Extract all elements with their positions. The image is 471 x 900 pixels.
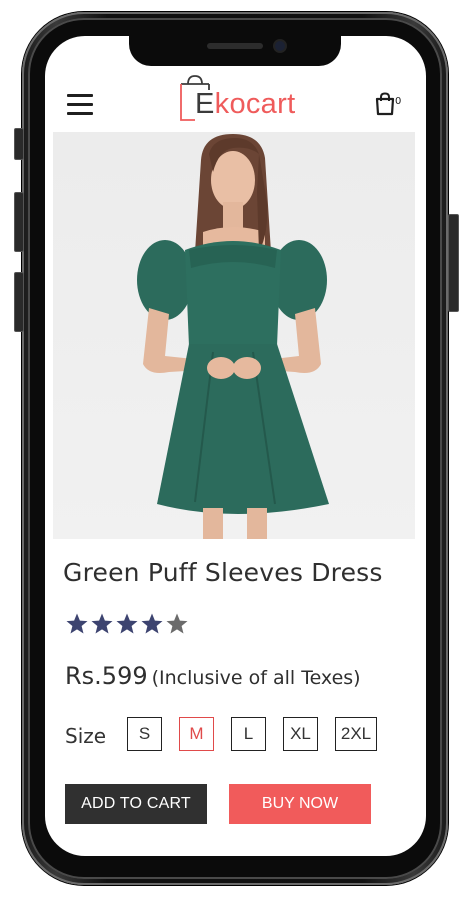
logo-letter-e: E bbox=[195, 88, 215, 120]
front-camera bbox=[275, 41, 285, 51]
price-note: (Inclusive of all Texes) bbox=[151, 667, 361, 689]
size-option-xl[interactable]: XL bbox=[283, 717, 318, 751]
brand-logo[interactable]: Ekocart bbox=[175, 72, 305, 124]
size-option-l[interactable]: L bbox=[231, 717, 266, 751]
volume-up-button bbox=[14, 192, 24, 252]
product-photo[interactable] bbox=[53, 132, 415, 539]
size-option-m[interactable]: M bbox=[179, 717, 214, 751]
rating-stars bbox=[65, 612, 190, 636]
price-block: Rs.599 (Inclusive of all Texes) bbox=[65, 662, 361, 690]
size-label: Size bbox=[65, 724, 107, 748]
phone-screen: Ekocart 0 Green Puff Sleeves Dress Rs.59… bbox=[45, 36, 426, 856]
star-filled-icon bbox=[66, 613, 88, 634]
shopping-bag-icon bbox=[375, 92, 395, 116]
notch bbox=[129, 36, 341, 66]
star-empty-icon bbox=[166, 613, 188, 634]
size-option-s[interactable]: S bbox=[127, 717, 162, 751]
hamburger-menu-icon[interactable] bbox=[67, 94, 93, 116]
power-button bbox=[448, 214, 459, 312]
star-filled-icon bbox=[91, 613, 113, 634]
logo-letters-kocart: kocart bbox=[214, 88, 296, 120]
cart-button[interactable]: 0 bbox=[375, 92, 411, 116]
mute-switch bbox=[14, 128, 24, 160]
size-option-2xl[interactable]: 2XL bbox=[335, 717, 377, 751]
cart-count: 0 bbox=[395, 96, 402, 107]
dress-illustration bbox=[137, 134, 329, 539]
volume-down-button bbox=[14, 272, 24, 332]
speaker-grille bbox=[207, 43, 263, 49]
buy-now-button[interactable]: BUY NOW bbox=[229, 784, 371, 824]
star-filled-icon bbox=[116, 613, 138, 634]
product-title: Green Puff Sleeves Dress bbox=[63, 558, 383, 587]
logo-wordmark: Ekocart bbox=[195, 90, 295, 119]
star-filled-icon bbox=[141, 613, 163, 634]
price-amount: Rs.599 bbox=[65, 662, 148, 690]
add-to-cart-button[interactable]: ADD TO CART bbox=[65, 784, 207, 824]
